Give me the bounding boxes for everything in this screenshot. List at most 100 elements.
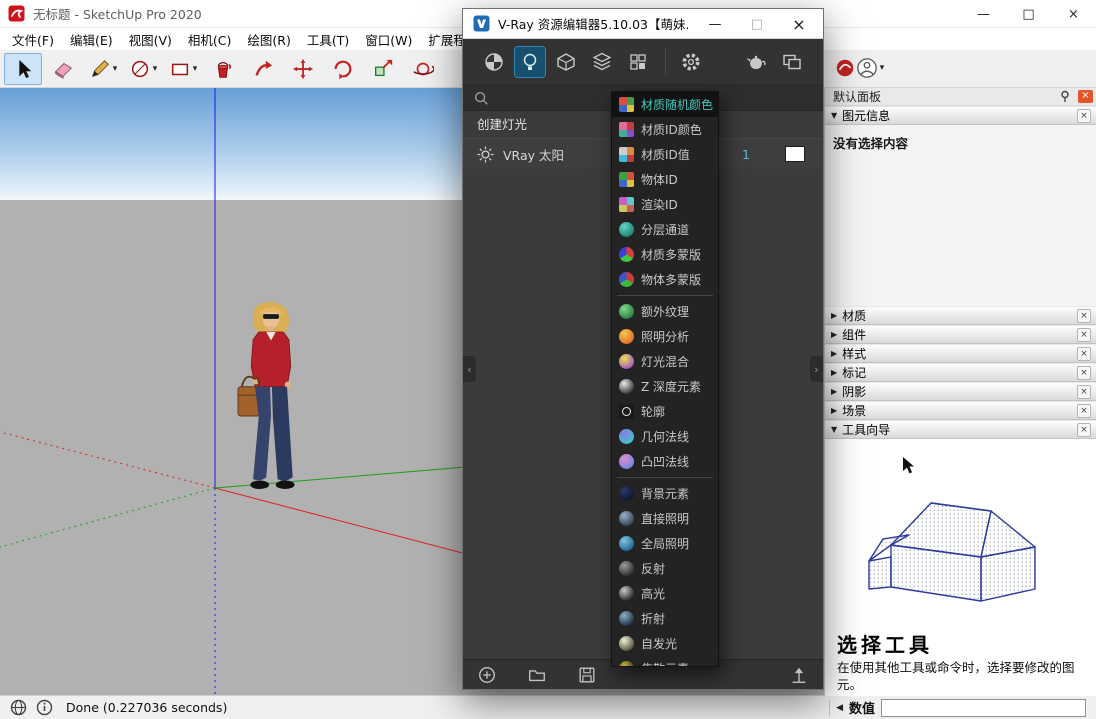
rectangle-tool-button[interactable]: ▾: [164, 53, 202, 85]
panel-section-instructor[interactable]: ▼ 工具向导 ×: [825, 420, 1096, 439]
menu-item-label: 全局照明: [641, 535, 689, 552]
vray-menu-item-19[interactable]: 反射: [612, 556, 718, 581]
vray-menu-item-16[interactable]: 背景元素: [612, 481, 718, 506]
vray-menu-item-12[interactable]: Z 深度元素: [612, 374, 718, 399]
vray-menu-item-15[interactable]: 凸凹法线: [612, 449, 718, 474]
open-folder-icon[interactable]: [527, 665, 547, 685]
section-close-button[interactable]: ×: [1077, 366, 1091, 380]
render-button[interactable]: [741, 47, 771, 77]
vray-menu-item-3[interactable]: 材质ID值: [612, 142, 718, 167]
minimize-button[interactable]: —: [961, 0, 1006, 28]
render-elements-tab-button[interactable]: [623, 47, 653, 77]
expand-right-panel-tab[interactable]: ›: [810, 356, 823, 382]
vray-menu-item-1[interactable]: 材质随机颜色: [612, 92, 718, 117]
select-tool-button[interactable]: [4, 53, 42, 85]
dropdown-arrow-icon[interactable]: ▾: [193, 64, 198, 74]
dropdown-arrow-icon[interactable]: ▾: [880, 63, 885, 73]
credits-info-icon[interactable]: [36, 699, 53, 716]
eraser-tool-button[interactable]: [44, 53, 82, 85]
rectangle-icon: [169, 58, 191, 80]
triangle-collapsed-icon: ▶: [831, 311, 837, 320]
textures-tab-button[interactable]: [587, 47, 617, 77]
panel-section-entity-info[interactable]: ▼ 图元信息 ×: [825, 106, 1096, 125]
vray-minimize-button[interactable]: —: [695, 9, 735, 39]
panel-section-组件[interactable]: ▶组件×: [825, 325, 1096, 344]
vray-menu-item-4[interactable]: 物体ID: [612, 167, 718, 192]
menubar-item-1[interactable]: 文件(F): [4, 28, 62, 51]
vray-menu-item-22[interactable]: 自发光: [612, 631, 718, 656]
menubar-item-3[interactable]: 视图(V): [121, 28, 180, 51]
measurement-input[interactable]: [881, 699, 1086, 717]
menubar-item-2[interactable]: 编辑(E): [62, 28, 121, 51]
panel-section-材质[interactable]: ▶材质×: [825, 306, 1096, 325]
section-close-button[interactable]: ×: [1077, 347, 1091, 361]
section-close-button[interactable]: ×: [1077, 109, 1091, 123]
person-tool-button[interactable]: ▾: [848, 52, 892, 84]
panel-section-阴影[interactable]: ▶阴影×: [825, 382, 1096, 401]
vray-titlebar[interactable]: V-Ray 资源编辑器5.10.03【萌妹... — □ ×: [463, 9, 823, 39]
dropdown-arrow-icon[interactable]: ▾: [153, 64, 158, 74]
section-close-button[interactable]: ×: [1077, 328, 1091, 342]
geolocation-icon[interactable]: [10, 699, 27, 716]
materials-tab-button[interactable]: [479, 47, 509, 77]
menubar-item-6[interactable]: 工具(T): [299, 28, 357, 51]
menu-item-label: 焦散元素: [641, 660, 689, 667]
vray-menu-item-5[interactable]: 渲染ID: [612, 192, 718, 217]
vray-menu-item-21[interactable]: 折射: [612, 606, 718, 631]
add-asset-icon[interactable]: [477, 665, 497, 685]
save-icon[interactable]: [577, 665, 597, 685]
scale-tool-button[interactable]: [364, 53, 402, 85]
orbit-tool-button[interactable]: [404, 53, 442, 85]
panel-section-标记[interactable]: ▶标记×: [825, 363, 1096, 382]
vray-menu-item-2[interactable]: 材质ID颜色: [612, 117, 718, 142]
section-label: 阴影: [842, 383, 866, 400]
vray-close-button[interactable]: ×: [779, 9, 819, 39]
vray-maximize-button[interactable]: □: [737, 9, 777, 39]
rotate-tool-button[interactable]: [324, 53, 362, 85]
paint-bucket-tool-button[interactable]: [204, 53, 242, 85]
vray-menu-item-7[interactable]: 材质多蒙版: [612, 242, 718, 267]
person-figure[interactable]: [228, 300, 314, 498]
menubar-item-5[interactable]: 绘图(R): [239, 28, 298, 51]
settings-button[interactable]: [676, 47, 706, 77]
collapse-left-panel-tab[interactable]: ‹: [463, 356, 476, 382]
line-tool-button[interactable]: ▾: [84, 53, 122, 85]
upload-tripod-icon[interactable]: [789, 665, 809, 685]
maximize-button[interactable]: □: [1006, 0, 1051, 28]
vray-menu-item-8[interactable]: 物体多蒙版: [612, 267, 718, 292]
dropdown-arrow-icon[interactable]: ▾: [113, 64, 118, 74]
light-intensity-value[interactable]: 1: [742, 147, 750, 162]
vray-menu-item-11[interactable]: 灯光混合: [612, 349, 718, 374]
vray-menu-item-9[interactable]: 额外纹理: [612, 299, 718, 324]
tray-close-button[interactable]: ×: [1078, 90, 1093, 103]
tray-header[interactable]: 默认面板 ×: [825, 88, 1096, 106]
vray-menu-item-14[interactable]: 几何法线: [612, 424, 718, 449]
lights-tab-button[interactable]: [515, 47, 545, 77]
frame-buffer-button[interactable]: [777, 47, 807, 77]
vray-menu-item-17[interactable]: 直接照明: [612, 506, 718, 531]
vray-menu-item-18[interactable]: 全局照明: [612, 531, 718, 556]
vray-menu-item-6[interactable]: 分层通道: [612, 217, 718, 242]
vray-menu-item-20[interactable]: 高光: [612, 581, 718, 606]
render-element-icon: [619, 486, 634, 501]
panel-section-场景[interactable]: ▶场景×: [825, 401, 1096, 420]
vray-menu-item-13[interactable]: 轮廓: [612, 399, 718, 424]
vray-menu-item-10[interactable]: 照明分析: [612, 324, 718, 349]
vray-menu-item-23[interactable]: 焦散元素: [612, 656, 718, 667]
section-close-button[interactable]: ×: [1077, 404, 1091, 418]
close-button[interactable]: ×: [1051, 0, 1096, 28]
panel-section-样式[interactable]: ▶样式×: [825, 344, 1096, 363]
section-close-button[interactable]: ×: [1077, 309, 1091, 323]
section-close-button[interactable]: ×: [1077, 423, 1091, 437]
geometry-tab-button[interactable]: [551, 47, 581, 77]
move-tool-button[interactable]: [284, 53, 322, 85]
measurement-area: ◀ 数值: [829, 698, 1086, 717]
section-close-button[interactable]: ×: [1077, 385, 1091, 399]
eraser-icon: [52, 58, 74, 80]
push-pull-tool-button[interactable]: [244, 53, 282, 85]
light-color-swatch[interactable]: [785, 146, 805, 162]
pin-icon[interactable]: [1059, 90, 1072, 103]
menubar-item-7[interactable]: 窗口(W): [357, 28, 420, 51]
arc-tool-button[interactable]: ▾: [124, 53, 162, 85]
menubar-item-4[interactable]: 相机(C): [180, 28, 239, 51]
